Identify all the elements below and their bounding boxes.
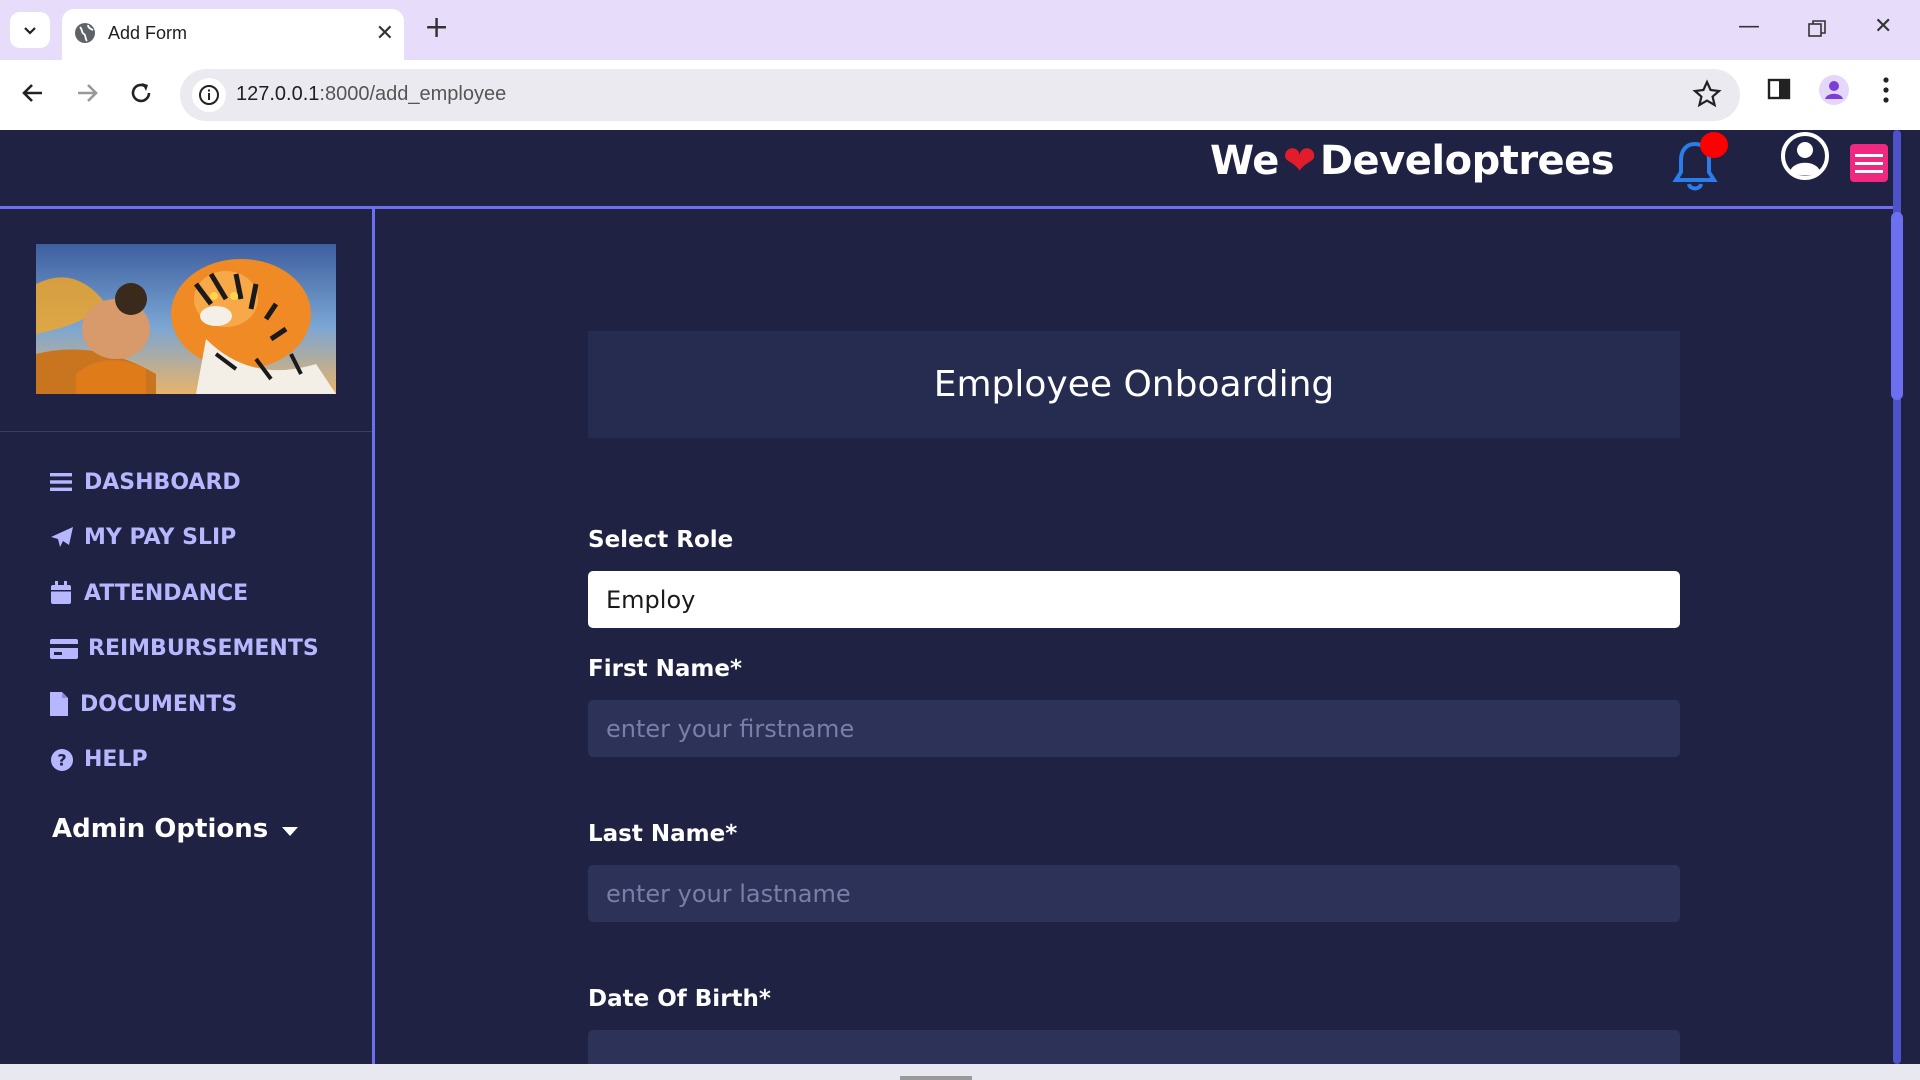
- last-name-label: Last Name*: [588, 821, 738, 847]
- sidebar-item-label: DASHBOARD: [84, 469, 241, 495]
- brand-title: We ❤ Developtrees: [1210, 138, 1615, 184]
- calendar-icon: [50, 581, 74, 605]
- sidebar-item-label: MY PAY SLIP: [84, 525, 237, 550]
- sidebar-item-dashboard[interactable]: DASHBOARD: [50, 467, 319, 497]
- arrow-right-icon[interactable]: [74, 80, 100, 106]
- profile-icon[interactable]: [1818, 74, 1850, 106]
- minimize-icon[interactable]: —: [1738, 14, 1760, 39]
- admin-options-dropdown[interactable]: Admin Options: [52, 814, 299, 844]
- main-content: Employee Onboarding Select Role Employ F…: [375, 209, 1900, 1064]
- first-name-label: First Name*: [588, 656, 742, 682]
- kebab-menu-icon[interactable]: [1880, 76, 1892, 104]
- file-icon: [50, 692, 70, 716]
- sidebar-item-documents[interactable]: DOCUMENTS: [50, 689, 319, 719]
- credit-card-icon: [50, 637, 78, 661]
- chevron-down-icon: [24, 27, 36, 35]
- restore-icon[interactable]: [1808, 20, 1826, 38]
- app-header: We ❤ Developtrees: [0, 130, 1900, 209]
- question-circle-icon: ?: [50, 748, 74, 772]
- sidebar-nav: DASHBOARD MY PAY SLIP ATTENDANCE REIMBUR…: [50, 467, 319, 800]
- user-avatar-icon[interactable]: [1780, 130, 1830, 182]
- hamburger-menu-button[interactable]: [1850, 144, 1888, 182]
- sidebar-item-label: HELP: [84, 747, 148, 772]
- date-of-birth-label: Date Of Birth*: [588, 986, 771, 1012]
- sidebar-item-my-pay-slip[interactable]: MY PAY SLIP: [50, 523, 319, 553]
- select-role-label: Select Role: [588, 527, 734, 553]
- sidebar-item-help[interactable]: ? HELP: [50, 745, 319, 775]
- reload-icon[interactable]: [128, 80, 154, 106]
- logo-image: [36, 244, 336, 394]
- notification-badge: [1700, 132, 1728, 158]
- sidebar-item-label: REIMBURSEMENTS: [88, 636, 319, 661]
- first-name-input[interactable]: [588, 700, 1680, 757]
- tab-search-button[interactable]: [10, 12, 50, 48]
- date-of-birth-input[interactable]: [588, 1030, 1680, 1064]
- sidebar-item-label: DOCUMENTS: [80, 691, 238, 717]
- url-text: 127.0.0.1:8000/add_employee: [236, 83, 507, 105]
- bars-icon: [50, 470, 74, 494]
- star-icon[interactable]: [1692, 79, 1722, 109]
- role-select[interactable]: Employ: [588, 571, 1680, 628]
- window-close-icon[interactable]: ✕: [1874, 14, 1892, 39]
- role-select-value: Employ: [606, 585, 696, 614]
- caret-down-icon: [282, 827, 299, 836]
- sidebar-divider: [0, 431, 372, 432]
- address-bar[interactable]: 127.0.0.1:8000/add_employee: [180, 69, 1740, 121]
- last-name-input[interactable]: [588, 865, 1680, 922]
- tab-title: Add Form: [108, 23, 188, 43]
- browser-tab-strip: Add Form ✕ + — ✕: [0, 0, 1920, 60]
- heart-icon: ❤: [1282, 138, 1317, 184]
- side-panel-icon[interactable]: [1766, 76, 1792, 102]
- browser-tab[interactable]: Add Form ✕: [62, 9, 404, 60]
- sidebar-item-label: ATTENDANCE: [84, 580, 249, 606]
- form-header: Employee Onboarding: [588, 331, 1680, 438]
- plus-icon[interactable]: +: [424, 12, 449, 44]
- sidebar: DASHBOARD MY PAY SLIP ATTENDANCE REIMBUR…: [0, 209, 375, 1064]
- vertical-scrollbar-thumb[interactable]: [1891, 212, 1903, 400]
- info-icon[interactable]: [192, 78, 226, 112]
- browser-toolbar: 127.0.0.1:8000/add_employee: [0, 60, 1920, 131]
- sidebar-item-attendance[interactable]: ATTENDANCE: [50, 578, 319, 608]
- paper-plane-icon: [50, 526, 74, 550]
- svg-text:?: ?: [57, 750, 66, 769]
- arrow-left-icon[interactable]: [20, 80, 46, 106]
- globe-icon: [75, 23, 95, 43]
- horizontal-scrollbar-thumb[interactable]: [900, 1076, 972, 1080]
- admin-options-label: Admin Options: [52, 814, 269, 844]
- page-title: Employee Onboarding: [933, 364, 1335, 405]
- close-icon[interactable]: ✕: [376, 21, 394, 46]
- vertical-scrollbar-track[interactable]: [1900, 130, 1920, 1064]
- sidebar-item-reimbursements[interactable]: REIMBURSEMENTS: [50, 634, 319, 664]
